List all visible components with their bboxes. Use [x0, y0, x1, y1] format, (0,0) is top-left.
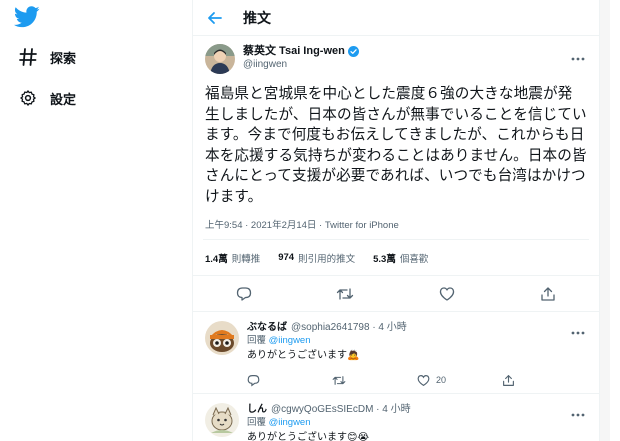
reply-author-handle[interactable]: @sophia2641798 · 4 小時 — [291, 321, 407, 334]
tweet-actions — [193, 276, 599, 312]
reply-item[interactable]: ぶなるば @sophia2641798 · 4 小時 回覆 @iingwen あ… — [193, 312, 599, 394]
retweets-count: 1.4萬 — [205, 253, 228, 265]
retweets-label: 則轉推 — [231, 253, 261, 265]
main-column: 推文 蔡英文 Tsai Ing-wen @iingwen 福島県と宮城県を中心と… — [192, 0, 600, 441]
reply-reply-button[interactable] — [247, 374, 332, 387]
sidebar-item-label: 探索 — [50, 50, 77, 66]
avatar[interactable] — [205, 403, 239, 437]
reply-like-button[interactable]: 20 — [417, 374, 502, 387]
reply-text: ありがとうございます🙇 — [247, 350, 360, 361]
sidebar-nav: 探索 設定 — [0, 0, 192, 441]
avatar[interactable] — [205, 44, 235, 74]
reply-icon — [247, 374, 260, 386]
reply-author-handle[interactable]: @cgwyQoGEsSIEcDM · 4 小時 — [271, 403, 411, 416]
retweet-icon — [332, 375, 346, 385]
share-icon — [503, 374, 514, 386]
quotes-label: 則引用的推文 — [298, 253, 356, 265]
tweet-text: 福島県と宮城県を中心とした震度６強の大きな地震が発生しましたが、日本の皆さんが無… — [205, 86, 587, 205]
reply-share-button[interactable] — [502, 374, 587, 387]
quotes-stat[interactable]: 974 則引用的推文 — [278, 251, 355, 265]
quotes-count: 974 — [278, 252, 295, 263]
likes-label: 個喜歡 — [399, 253, 429, 265]
like-count: 20 — [436, 375, 447, 385]
tweet-source-link[interactable]: Twitter for iPhone — [325, 220, 399, 231]
reply-actions: 20 — [247, 367, 587, 393]
header-bar: 推文 — [193, 0, 599, 36]
reply-to-label: 回覆 — [247, 335, 269, 346]
more-options-icon[interactable] — [571, 322, 585, 340]
gear-icon — [18, 88, 38, 108]
more-options-icon[interactable] — [571, 404, 585, 422]
likes-stat[interactable]: 5.3萬 個喜歡 — [373, 251, 428, 265]
share-icon[interactable] — [538, 284, 558, 304]
mention-link[interactable]: @iingwen — [269, 417, 311, 428]
tweet-timestamp[interactable]: 上午9:54 · 2021年2月14日 · — [205, 220, 325, 231]
sidebar-item-label: 設定 — [50, 91, 77, 107]
sidebar-item-explore[interactable]: 探索 — [18, 47, 76, 67]
hashtag-icon — [18, 47, 38, 67]
author-info: 蔡英文 Tsai Ing-wen @iingwen — [243, 44, 359, 72]
reply-icon[interactable] — [234, 284, 254, 304]
reply-author-name[interactable]: しん — [247, 403, 267, 416]
sidebar-item-settings[interactable]: 設定 — [18, 88, 76, 108]
tweet-meta: 上午9:54 · 2021年2月14日 · Twitter for iPhone — [203, 217, 589, 240]
page-title: 推文 — [243, 9, 271, 26]
more-options-icon[interactable] — [571, 48, 585, 66]
like-heart-icon — [417, 374, 430, 386]
retweets-stat[interactable]: 1.4萬 則轉推 — [205, 251, 260, 265]
twitter-bird-icon[interactable] — [14, 6, 40, 28]
reply-retweet-button[interactable] — [332, 374, 417, 387]
avatar[interactable] — [205, 321, 239, 355]
reply-to-label: 回覆 — [247, 417, 269, 428]
scrollbar[interactable] — [600, 0, 610, 441]
reply-text: ありがとうございます😊😭 — [247, 432, 370, 441]
reply-author-name[interactable]: ぶなるば — [247, 321, 287, 334]
like-heart-icon[interactable] — [437, 284, 457, 304]
likes-count: 5.3萬 — [373, 253, 396, 265]
main-tweet: 蔡英文 Tsai Ing-wen @iingwen 福島県と宮城県を中心とした震… — [193, 36, 599, 240]
mention-link[interactable]: @iingwen — [269, 335, 311, 346]
author-name[interactable]: 蔡英文 Tsai Ing-wen — [243, 44, 345, 58]
tweet-author: 蔡英文 Tsai Ing-wen @iingwen — [203, 36, 589, 78]
verified-badge-icon — [347, 45, 359, 57]
tweet-stats: 1.4萬 則轉推 974 則引用的推文 5.3萬 個喜歡 — [193, 240, 599, 276]
author-handle[interactable]: @iingwen — [243, 58, 359, 72]
back-arrow-icon[interactable] — [205, 8, 225, 28]
reply-item[interactable]: しん @cgwyQoGEsSIEcDM · 4 小時 回覆 @iingwen あ… — [193, 394, 599, 441]
retweet-icon[interactable] — [335, 284, 355, 304]
